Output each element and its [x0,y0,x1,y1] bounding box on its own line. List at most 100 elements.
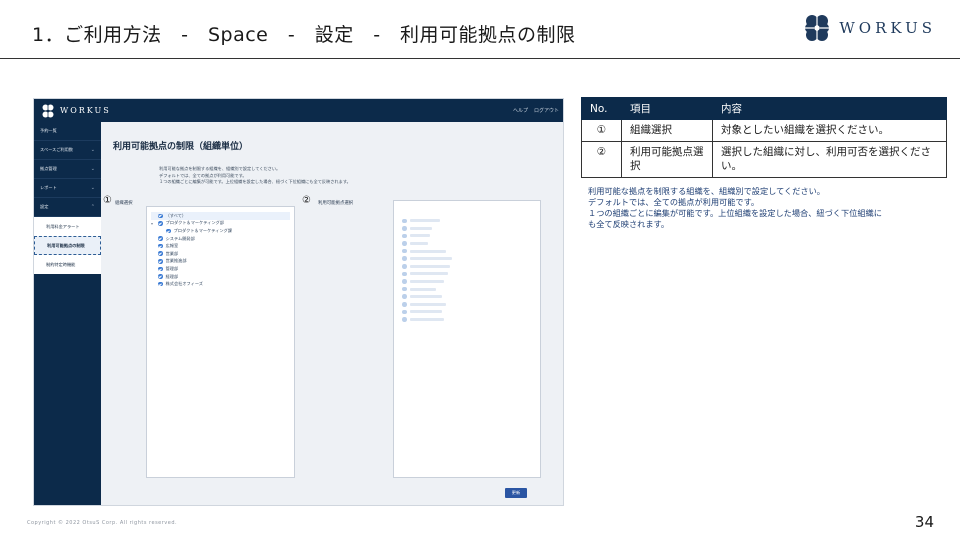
sidebar-item-report[interactable]: レポート ⌄ [34,179,101,198]
checkbox-icon[interactable] [402,294,407,300]
checkbox-icon[interactable] [402,256,407,262]
org-list-item[interactable]: ▾ プロダクト＆マーケティング部 [151,220,290,228]
sidebar-item-label: 設定 [40,204,49,209]
chevron-down-icon: ⌄ [90,147,95,153]
brand-logo: WORKUS [801,12,936,44]
site-list-item[interactable] [402,247,532,255]
sidebar-item-settings[interactable]: 設定 ⌃ [34,198,101,217]
site-list-item[interactable] [402,301,532,309]
site-list-item[interactable] [402,270,532,278]
checkbox-icon[interactable] [402,218,407,224]
checkbox-icon[interactable] [402,248,407,254]
org-list-item[interactable]: 営業推進部 [151,258,290,266]
site-list-item[interactable] [402,316,532,324]
app-main: 利用可能拠点の制限（組織単位） 利用可能な拠点を制限する組織を、組織別で設定して… [101,122,563,505]
column-header-no: No. [581,97,622,120]
sidebar-item-label: 予約一覧 [40,128,57,133]
checkbox-checked-icon[interactable] [158,266,163,272]
checkbox-checked-icon[interactable] [158,213,163,219]
org-list-item[interactable]: （すべて） [151,212,290,220]
row-content: 選択した組織に対し、利用可否を選択ください。 [712,141,947,178]
note-line: デフォルトでは、全ての拠点が利用可能です。 [588,197,760,207]
note-line: 利用可能な拠点を制限する組織を、組織別で設定してください。 [588,186,825,196]
checkbox-checked-icon[interactable] [158,251,163,257]
site-list-item[interactable] [402,278,532,286]
org-list-item[interactable]: システム開発部 [151,235,290,243]
site-list-label [409,242,428,246]
note-line: １つの組織ごとに編集が可能です。上位組織を設定した場合、紐づく下位組織に [588,208,882,218]
sidebar-subitem-usage-alert[interactable]: 利用料金アラート [34,217,101,236]
site-list-item[interactable] [402,232,532,240]
site-list-label [409,287,436,291]
checkbox-checked-icon[interactable] [158,259,163,264]
site-list-label [409,264,450,268]
checkbox-icon[interactable] [402,279,407,284]
org-list-item[interactable]: プロダクト＆マーケティング課 [151,227,290,235]
explanation-table: No. 項目 内容 ① 組織選択 対象としたい組織を選択ください。 ② 利用可能… [581,97,947,178]
org-list-label: 広報室 [165,243,179,249]
note-line: も全て反映されます。 [588,219,670,229]
explanation-note: 利用可能な拠点を制限する組織を、組織別で設定してください。 デフォルトでは、全て… [588,186,882,230]
checkbox-checked-icon[interactable] [158,236,163,241]
update-button[interactable]: 更新 [505,488,527,498]
org-select-panel[interactable]: （すべて） ▾ プロダクト＆マーケティング部 プロダクト＆マーケティング課システム開発… [146,206,295,478]
callout-marker-2: ② [302,195,311,206]
brand-name: WORKUS [839,19,936,37]
site-list-label [409,295,442,299]
org-list-label: 管理部 [165,265,179,271]
checkbox-icon[interactable] [402,302,407,307]
org-list-item[interactable]: 管理部 [151,265,290,273]
checkbox-icon[interactable] [402,233,407,239]
site-list-label [409,310,442,314]
org-list-item[interactable]: 株式会社オフィーズ [151,280,290,288]
checkbox-icon[interactable] [402,241,407,246]
sidebar-item-reservations[interactable]: 予約一覧 [34,122,101,141]
org-list-item[interactable]: 広報室 [151,242,290,250]
org-list-label: 営業推進部 [165,258,187,264]
org-list-label: 株式会社オフィーズ [165,281,203,287]
site-list-label [409,302,446,306]
checkbox-checked-icon[interactable] [158,274,163,279]
checkbox-icon[interactable] [402,271,407,277]
org-list-label: プロダクト＆マーケティング課 [173,227,232,233]
checkbox-checked-icon[interactable] [158,243,163,249]
site-select-panel[interactable] [393,200,541,478]
description-line: １つの組織ごとに編集が可能です。上位組織を設定した場合、紐づく下位組織にも全て反… [159,179,351,184]
sidebar-item-space-usage[interactable]: スペースご利用数 ⌄ [34,141,101,160]
logout-link[interactable]: ログアウト [534,107,559,114]
site-list-label [409,318,444,322]
checkbox-icon[interactable] [402,286,407,292]
app-logo[interactable]: WORKUS [40,103,111,119]
callout-marker-1: ① [103,195,112,206]
site-list-item[interactable] [402,240,532,248]
slide-title: 1．ご利用方法 - Space - 設定 - 利用可能拠点の制限 [32,24,576,46]
page-description: 利用可能な拠点を制限する組織を、組織別で設定してください。 デフォルトでは、全て… [159,166,351,186]
row-content: 対象としたい組織を選択ください。 [712,119,947,142]
sidebar-subitem-site-restriction[interactable]: 利用可能拠点の制限 [34,236,101,255]
site-list-label [409,257,452,261]
checkbox-icon[interactable] [402,317,407,322]
help-link[interactable]: ヘルプ [513,107,528,114]
checkbox-icon[interactable] [402,309,407,315]
site-list-item[interactable] [402,255,532,263]
copyright-notice: Copyright © 2022 OtsuS Corp. All rights … [27,520,178,526]
checkbox-icon[interactable] [402,226,407,231]
org-list-label: 営業部 [165,250,179,256]
org-list-item[interactable]: 経理部 [151,273,290,281]
checkbox-checked-icon[interactable] [158,221,163,226]
site-list-item[interactable] [402,308,532,316]
site-list-item[interactable] [402,217,532,225]
chevron-up-icon: ⌃ [90,204,95,210]
checkbox-checked-icon[interactable] [158,281,163,287]
chevron-down-icon: ⌄ [90,185,95,191]
site-list-item[interactable] [402,285,532,293]
checkbox-checked-icon[interactable] [166,228,171,234]
site-list-item[interactable] [402,225,532,233]
expand-caret-icon[interactable]: ▾ [151,221,155,226]
site-list-item[interactable] [402,293,532,301]
sidebar-item-site-management[interactable]: 拠点管理 ⌄ [34,160,101,179]
sidebar-subitem-restriction-feature[interactable]: 制約特定時機能 [34,255,101,274]
checkbox-icon[interactable] [402,264,407,269]
org-list-item[interactable]: 営業部 [151,250,290,258]
site-list-item[interactable] [402,263,532,271]
